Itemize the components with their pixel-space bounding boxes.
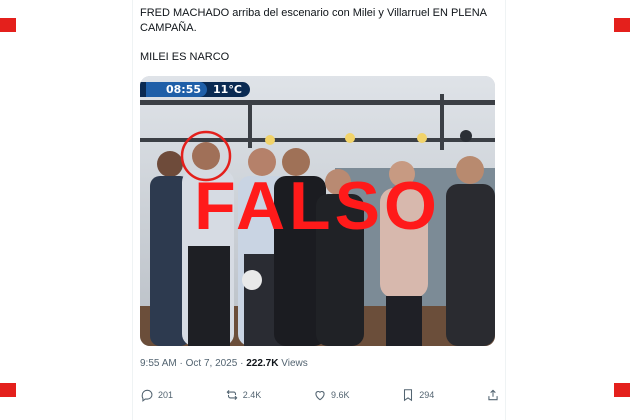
tweet: FRED MACHADO arriba del escenario con Mi… <box>140 0 500 402</box>
tweet-time[interactable]: 9:55 AM <box>140 358 177 369</box>
bookmark-count: 294 <box>419 390 435 400</box>
corner-marker-bottom-left <box>0 383 16 397</box>
repost-button[interactable]: 2.4K <box>225 388 262 402</box>
reply-button[interactable]: 201 <box>140 388 173 402</box>
bookmark-icon <box>404 389 413 402</box>
views-label: Views <box>281 358 308 369</box>
share-button[interactable] <box>486 388 500 402</box>
tweet-text-line-1: FRED MACHADO arriba del escenario con Mi… <box>140 7 487 34</box>
bookmark-button[interactable]: 294 <box>401 388 434 402</box>
repost-count: 2.4K <box>242 390 262 400</box>
timeline-border-left <box>132 0 133 420</box>
meta-separator: · <box>240 358 244 369</box>
falso-stamp: FALSO <box>194 168 441 244</box>
timeline-border-right <box>505 0 506 420</box>
tweet-actions: 201 2.4K 9.6K 294 <box>140 388 500 402</box>
overlay-temperature: 11°C <box>213 83 242 96</box>
like-count: 9.6K <box>330 390 350 400</box>
tweet-date[interactable]: Oct 7, 2025 <box>186 358 238 369</box>
meta-separator: · <box>179 358 183 369</box>
heart-icon <box>315 391 325 401</box>
tweet-media-image[interactable]: 08:55 11°C FALSO <box>140 76 495 346</box>
reply-count: 201 <box>158 390 174 400</box>
tweet-text: FRED MACHADO arriba del escenario con Mi… <box>140 6 500 65</box>
repost-icon <box>226 389 238 401</box>
views-count: 222.7K <box>246 358 279 369</box>
corner-marker-top-left <box>0 18 16 32</box>
tweet-metadata: 9:55 AM · Oct 7, 2025 · 222.7K Views <box>140 358 308 369</box>
tv-overlay-badge: 08:55 11°C <box>140 82 250 97</box>
like-button[interactable]: 9.6K <box>313 388 350 402</box>
tweet-text-line-2: MILEI ES NARCO <box>140 51 230 63</box>
corner-marker-top-right <box>614 18 630 32</box>
reply-icon <box>141 389 153 402</box>
share-icon <box>488 389 498 401</box>
overlay-time: 08:55 <box>146 82 208 97</box>
corner-marker-bottom-right <box>614 383 630 397</box>
